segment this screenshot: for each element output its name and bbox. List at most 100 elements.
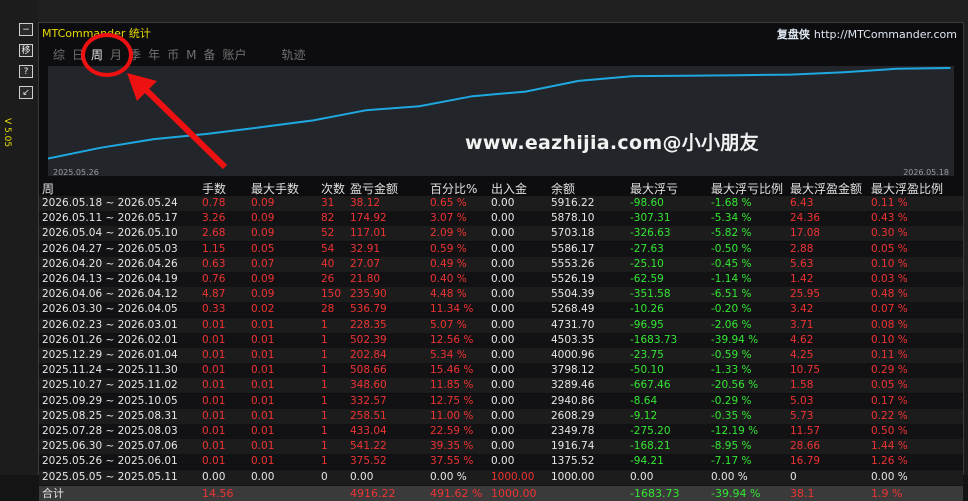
table-cell: -0.35 % xyxy=(711,409,752,422)
table-row[interactable]: 2026.04.13 ~ 2026.04.19 0.76 0.09 26 21.80 0.… xyxy=(39,272,963,287)
table-cell: 202.84 xyxy=(350,349,387,361)
table-cell: 2.88 xyxy=(790,242,814,255)
table-cell: 3798.12 xyxy=(551,364,595,377)
table-cell: 0.07 xyxy=(251,257,275,270)
table-cell: 1375.52 xyxy=(551,455,595,468)
tab-5[interactable]: 年 xyxy=(148,46,160,63)
table-cell: 1000.00 xyxy=(491,470,535,483)
table-row[interactable]: 2025.06.30 ~ 2025.07.06 0.01 0.01 1 541.22 39… xyxy=(39,439,963,455)
table-row[interactable]: 2025.09.29 ~ 2025.10.05 0.01 0.01 1 332.57 12… xyxy=(39,393,963,409)
table-cell: 0.01 xyxy=(251,455,275,468)
table-cell: 5.07 % xyxy=(430,318,467,331)
tab-8[interactable]: 备 xyxy=(203,46,215,63)
table-cell: 2026.01.26 ~ 2026.02.01 xyxy=(42,333,178,346)
table-row[interactable]: 2026.05.11 ~ 2026.05.17 3.26 0.09 82 174.92 3… xyxy=(39,211,963,227)
table-cell: -1.14 % xyxy=(711,273,752,285)
table-row[interactable]: 2025.12.29 ~ 2026.01.04 0.01 0.01 1 202.84 5.… xyxy=(39,348,963,363)
table-row[interactable]: 2025.11.24 ~ 2025.11.30 0.01 0.01 1 508.66 15… xyxy=(39,363,963,379)
balance-point xyxy=(524,90,527,93)
help-button[interactable]: ? xyxy=(19,65,33,78)
table-cell: 5703.18 xyxy=(551,227,595,240)
table-cell: 0.78 xyxy=(202,197,226,209)
table-row[interactable]: 2026.04.06 ~ 2026.04.12 4.87 0.09 150 235.90… xyxy=(39,287,963,303)
table-cell: 1.58 xyxy=(790,379,814,392)
table-cell: 0.30 % xyxy=(871,227,908,240)
table-cell: 5.03 xyxy=(790,394,814,407)
table-cell: 0.01 xyxy=(251,333,275,346)
table-cell: 0.05 % xyxy=(871,379,908,392)
tab-7[interactable]: M xyxy=(186,48,196,62)
chart-start-date: 2025.05.26 xyxy=(53,168,99,177)
table-cell: 1 xyxy=(321,455,328,468)
table-row[interactable]: 2025.07.28 ~ 2025.08.03 0.01 0.01 1 433.04 22… xyxy=(39,424,963,439)
table-cell: 2026.05.11 ~ 2026.05.17 xyxy=(42,212,178,225)
table-row[interactable]: 2025.05.05 ~ 2025.05.11 0.00 0.00 0 0.00 0.00… xyxy=(39,469,963,485)
total-cell: 1.9 % xyxy=(871,486,903,500)
collapse-button[interactable]: ↙ xyxy=(19,86,33,99)
table-cell: 0 xyxy=(790,470,797,483)
table-cell: 0.01 xyxy=(202,333,226,346)
column-header-3[interactable]: 次数 xyxy=(321,180,345,197)
table-cell: 24.36 xyxy=(790,212,821,225)
column-header-11[interactable]: 最大浮盈比例 xyxy=(871,180,943,197)
balance-point xyxy=(259,126,261,129)
minimize-button[interactable]: − xyxy=(19,23,33,36)
table-row[interactable]: 2025.08.25 ~ 2025.08.31 0.01 0.01 1 258.51 11… xyxy=(39,408,963,424)
table-row[interactable]: 2025.05.26 ~ 2025.06.01 0.01 0.01 1 375.52 37… xyxy=(39,454,963,470)
table-row[interactable]: 2026.05.04 ~ 2026.05.10 2.68 0.09 52 117.01 2… xyxy=(39,226,963,242)
table-cell: 4.87 xyxy=(202,288,226,301)
balance-point xyxy=(630,75,633,77)
table-cell: -50.10 xyxy=(630,364,664,377)
column-header-1[interactable]: 手数 xyxy=(202,180,226,197)
table-cell: -7.17 % xyxy=(711,455,752,468)
tab-10[interactable]: 轨迹 xyxy=(282,46,306,63)
table-cell: -10.26 xyxy=(630,303,664,316)
balance-point xyxy=(683,75,686,77)
table-cell: 54 xyxy=(321,242,335,255)
column-header-10[interactable]: 最大浮盈金额 xyxy=(790,180,862,197)
table-cell: 2025.11.24 ~ 2025.11.30 xyxy=(42,364,178,377)
table-cell: 1 xyxy=(321,364,328,377)
table-cell: 0.01 xyxy=(251,318,275,331)
table-cell: 0.40 % xyxy=(430,273,467,285)
column-header-2[interactable]: 最大手数 xyxy=(251,180,299,197)
table-cell: 5526.19 xyxy=(551,273,595,285)
table-cell: 17.08 xyxy=(790,227,821,240)
version-label: V 5.05 xyxy=(2,118,12,148)
table-row[interactable]: 2026.05.18 ~ 2026.05.24 0.78 0.09 31 38.12 0.… xyxy=(39,196,963,211)
column-header-0[interactable]: 周 xyxy=(42,180,54,197)
table-cell: 0.09 xyxy=(251,212,275,225)
table-row[interactable]: 2026.03.30 ~ 2026.04.05 0.33 0.02 28 536.79 1… xyxy=(39,302,963,318)
column-header-4[interactable]: 盈亏金额 xyxy=(350,180,398,197)
table-row[interactable]: 2026.01.26 ~ 2026.02.01 0.01 0.01 1 502.39 12… xyxy=(39,332,963,348)
table-cell: 0.10 % xyxy=(871,333,908,346)
brand-url[interactable]: http://MTCommander.com xyxy=(814,28,957,41)
chart-end-date: 2026.05.18 xyxy=(903,168,949,177)
table-row[interactable]: 2025.10.27 ~ 2025.11.02 0.01 0.01 1 348.60 11… xyxy=(39,378,963,394)
table-row[interactable]: 2026.04.27 ~ 2026.05.03 1.15 0.05 54 32.91 0.… xyxy=(39,241,963,257)
column-header-7[interactable]: 余额 xyxy=(551,180,575,197)
move-button[interactable]: 移 xyxy=(19,44,33,57)
table-cell: 0.17 % xyxy=(871,394,908,407)
tab-0[interactable]: 综 xyxy=(53,46,65,63)
tab-9[interactable]: 账户 xyxy=(222,46,246,63)
table-row[interactable]: 2026.04.20 ~ 2026.04.26 0.63 0.07 40 27.07 0.… xyxy=(39,256,963,272)
table-cell: 2025.09.29 ~ 2025.10.05 xyxy=(42,394,178,407)
tab-6[interactable]: 币 xyxy=(167,46,179,63)
table-cell: -8.64 xyxy=(630,394,658,407)
table-cell: 1000.00 xyxy=(551,470,595,483)
column-header-5[interactable]: 百分比% xyxy=(430,180,477,197)
table-cell: 0.29 % xyxy=(871,364,908,377)
table-cell: 0 xyxy=(321,470,328,483)
table-cell: 0.76 xyxy=(202,273,226,285)
table-cell: 0.00 xyxy=(491,273,515,285)
column-header-6[interactable]: 出入金 xyxy=(491,180,527,197)
table-cell: 0.01 xyxy=(202,425,226,437)
table-row[interactable]: 2026.02.23 ~ 2026.03.01 0.01 0.01 1 228.35 5.… xyxy=(39,317,963,333)
table-cell: 150 xyxy=(321,288,342,301)
column-header-9[interactable]: 最大浮亏比例 xyxy=(711,180,783,197)
table-cell: 0.63 xyxy=(202,257,226,270)
table-cell: 0.00 xyxy=(251,470,275,483)
table-cell: 0.01 xyxy=(202,440,226,453)
column-header-8[interactable]: 最大浮亏 xyxy=(630,180,678,197)
